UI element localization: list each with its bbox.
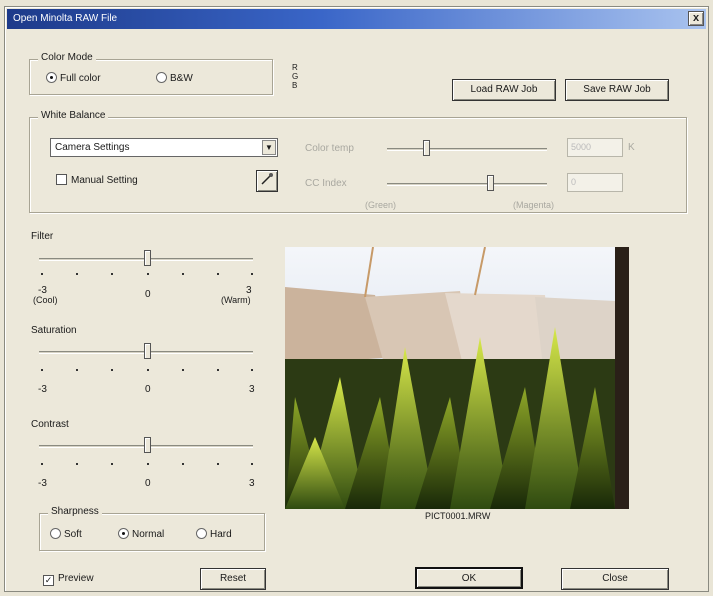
white-balance-label: White Balance [38, 110, 109, 121]
radio-normal-label: Normal [132, 529, 165, 540]
preview-checkbox-label: Preview [58, 573, 94, 584]
filter-tick [76, 273, 78, 275]
rgb-indicator: R G B [292, 63, 298, 90]
filter-tick [217, 273, 219, 275]
reset-button[interactable]: Reset [200, 568, 266, 590]
radio-hard-indicator [196, 528, 207, 539]
preview-check-box: ✓ [43, 575, 54, 586]
white-balance-select[interactable]: Camera Settings ▼ [50, 138, 278, 157]
eyedropper-icon [261, 173, 273, 185]
contrast-max-label: 3 [249, 478, 255, 489]
radio-full-color[interactable]: Full color [46, 72, 101, 84]
cc-magenta-label: (Magenta) [513, 200, 555, 210]
contrast-tick [251, 463, 253, 465]
filter-tick [147, 273, 149, 275]
filter-tick [111, 273, 113, 275]
saturation-mid-label: 0 [145, 384, 151, 395]
preview-image [285, 247, 629, 509]
white-balance-select-value: Camera Settings [55, 142, 130, 153]
radio-full-color-indicator [46, 72, 57, 83]
cc-green-label: (Green) [365, 200, 397, 210]
contrast-tick [147, 463, 149, 465]
preview-checkbox[interactable]: ✓ Preview [43, 573, 94, 586]
filter-tick [251, 273, 253, 275]
color-temp-track [387, 148, 547, 151]
contrast-tick [76, 463, 78, 465]
eyedropper-button[interactable] [256, 170, 278, 192]
radio-normal-indicator [118, 528, 129, 539]
manual-setting-checkbox[interactable]: Manual Setting [56, 174, 138, 186]
load-raw-job-button[interactable]: Load RAW Job [452, 79, 556, 101]
cc-index-slider[interactable] [487, 175, 494, 191]
save-raw-job-button[interactable]: Save RAW Job [565, 79, 669, 101]
saturation-tick [182, 369, 184, 371]
preview-filename: PICT0001.MRW [425, 511, 491, 521]
color-mode-label: Color Mode [38, 52, 96, 63]
rgb-letter-b: B [292, 81, 298, 90]
dialog-window: Open Minolta RAW File x Color Mode Full … [4, 6, 709, 592]
close-window-button[interactable]: x [688, 11, 704, 26]
sharpness-label: Sharpness [48, 506, 102, 517]
radio-bw[interactable]: B&W [156, 72, 193, 84]
saturation-label: Saturation [31, 325, 77, 336]
radio-normal[interactable]: Normal [118, 528, 164, 540]
radio-hard[interactable]: Hard [196, 528, 232, 540]
filter-label: Filter [31, 231, 54, 242]
contrast-tick [111, 463, 113, 465]
cc-index-label: CC Index [305, 178, 347, 189]
saturation-tick [251, 369, 253, 371]
contrast-label: Contrast [31, 419, 69, 430]
saturation-tick [147, 369, 149, 371]
close-button[interactable]: Close [561, 568, 669, 590]
manual-setting-check-box [56, 174, 67, 185]
contrast-min-label: -3 [38, 478, 47, 489]
cc-index-field[interactable]: 0 [567, 173, 623, 192]
saturation-tick [111, 369, 113, 371]
radio-soft-label: Soft [64, 529, 82, 540]
filter-tick [41, 273, 43, 275]
chevron-down-icon: ▼ [262, 140, 276, 155]
saturation-max-label: 3 [249, 384, 255, 395]
rgb-letter-r: R [292, 63, 298, 72]
color-temp-field[interactable]: 5000 [567, 138, 623, 157]
saturation-tick [76, 369, 78, 371]
rgb-letter-g: G [292, 72, 299, 81]
radio-bw-indicator [156, 72, 167, 83]
filter-mid-label: 0 [145, 289, 151, 300]
contrast-tick [41, 463, 43, 465]
radio-soft-indicator [50, 528, 61, 539]
saturation-min-label: -3 [38, 384, 47, 395]
title-bar[interactable]: Open Minolta RAW File x [7, 9, 706, 29]
radio-soft[interactable]: Soft [50, 528, 82, 540]
color-temp-label: Color temp [305, 143, 354, 154]
filter-tick [182, 273, 184, 275]
filter-max-sub: (Warm) [221, 295, 251, 305]
color-temp-unit: K [628, 142, 635, 153]
cc-index-track [387, 183, 547, 186]
manual-setting-label: Manual Setting [71, 175, 138, 186]
white-balance-group: White Balance Camera Settings ▼ Manual S… [29, 110, 687, 213]
contrast-tick [182, 463, 184, 465]
window-title: Open Minolta RAW File [13, 13, 118, 24]
radio-full-color-label: Full color [60, 73, 101, 84]
preview-photo [285, 247, 629, 509]
color-temp-slider[interactable] [423, 140, 430, 156]
saturation-tick [41, 369, 43, 371]
ok-button[interactable]: OK [415, 567, 523, 589]
filter-slider[interactable] [144, 250, 151, 266]
saturation-slider[interactable] [144, 343, 151, 359]
color-mode-group: Color Mode Full color B&W [29, 52, 273, 95]
radio-hard-label: Hard [210, 529, 232, 540]
contrast-mid-label: 0 [145, 478, 151, 489]
radio-bw-label: B&W [170, 73, 193, 84]
sharpness-group: Sharpness Soft Normal Hard [39, 506, 265, 551]
contrast-slider[interactable] [144, 437, 151, 453]
filter-min-sub: (Cool) [33, 295, 58, 305]
saturation-tick [217, 369, 219, 371]
contrast-tick [217, 463, 219, 465]
close-icon: x [692, 12, 700, 24]
